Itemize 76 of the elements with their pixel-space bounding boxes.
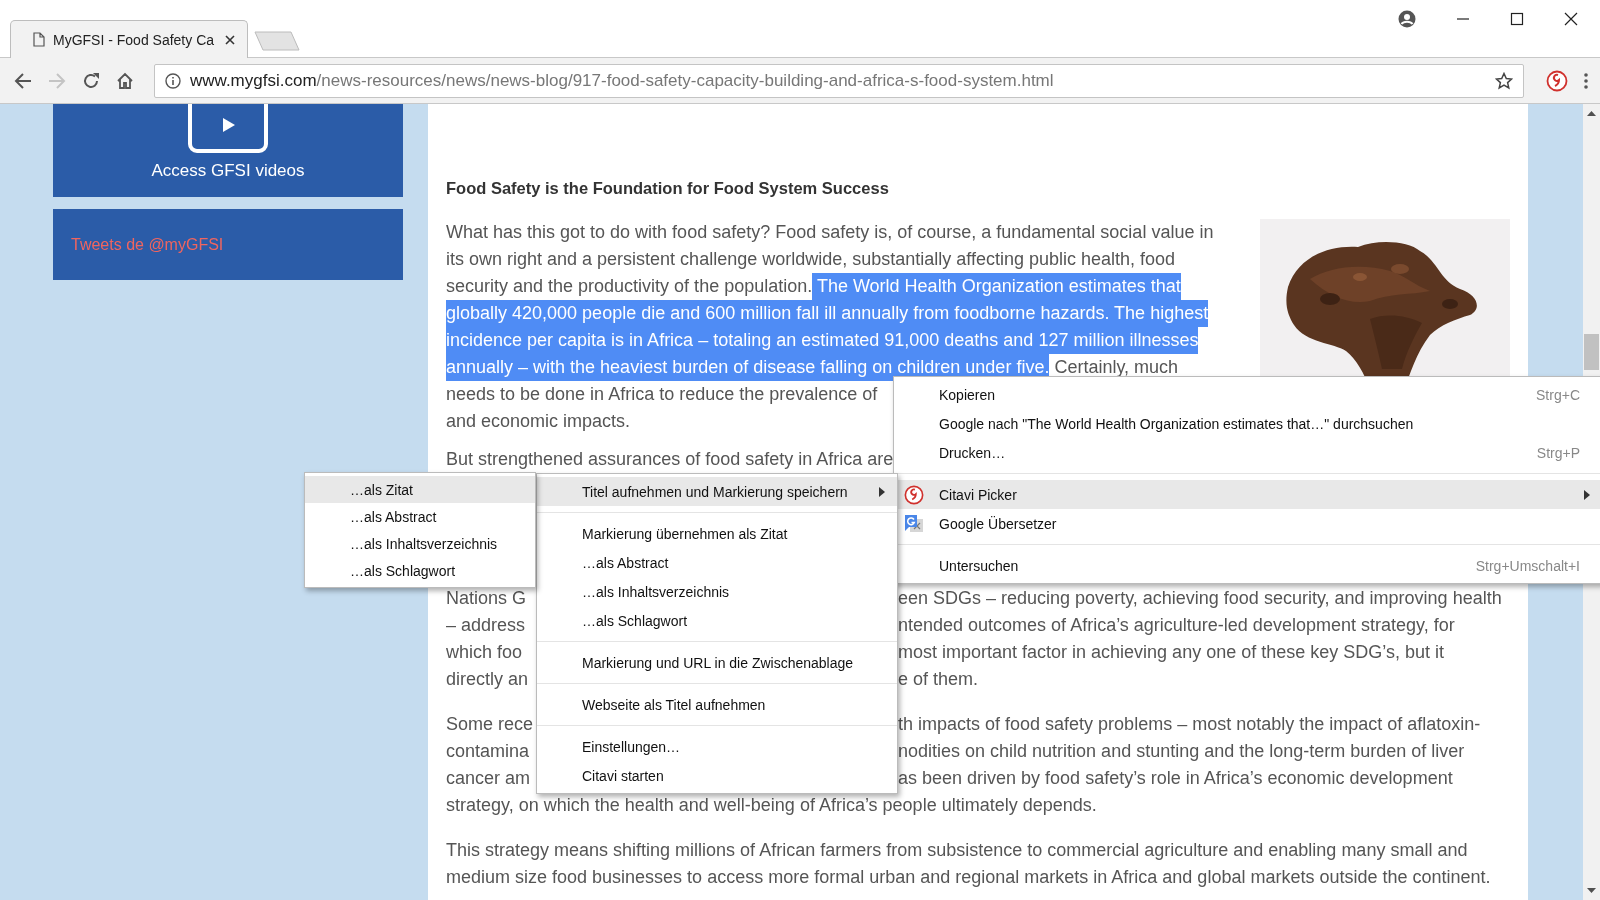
- text-line: security and the productivity of the population.: [446, 275, 813, 298]
- back-icon[interactable]: [14, 72, 32, 89]
- selected-text: The World Health Organization estimates that: [812, 273, 1181, 300]
- menu-item[interactable]: Markierung übernehmen als Zitat: [537, 519, 897, 548]
- menu-item[interactable]: Untersuchen Strg+Umschalt+I: [894, 551, 1600, 580]
- text-line: contamina: [446, 740, 531, 763]
- menu-item[interactable]: …als Zitat: [305, 476, 535, 503]
- page-icon: [33, 32, 45, 47]
- text-line: and economic impacts.: [446, 410, 631, 433]
- shortcut-text: Strg+Umschalt+I: [1475, 557, 1581, 574]
- text-line: Some rece: [446, 713, 535, 736]
- browser-tab[interactable]: MyGFSI - Food Safety Ca: [10, 20, 248, 58]
- close-icon[interactable]: [225, 34, 235, 45]
- menu-item[interactable]: Titel aufnehmen und Markierung speichern: [537, 477, 897, 506]
- text-line: een SDGs – reducing poverty, achieving food security, and improving health: [898, 587, 1502, 610]
- text-line: What has this got to do with food safety? Food safety is, of course, a fundamental social value in: [446, 221, 1214, 244]
- menu-item[interactable]: Webseite als Titel aufnehmen: [537, 690, 897, 719]
- text-line: medium size food businesses to access more formal urban and regional markets in Africa and global markets outside the continent.: [446, 866, 1491, 889]
- url-text: www.mygfsi.com/news-resources/news/news-blog/917-food-safety-capacity-building-and-africa-s-food-system.html: [190, 70, 1055, 91]
- text-line: e of them.: [898, 668, 979, 691]
- text-line: directly an: [446, 668, 530, 691]
- star-icon[interactable]: [1495, 71, 1513, 90]
- menu-item[interactable]: …als Schlagwort: [537, 606, 897, 635]
- text-line: as been driven by food safety’s role in Africa’s economic development: [898, 767, 1453, 790]
- shortcut-text: Strg+P: [1536, 444, 1581, 461]
- menu-item[interactable]: Google Übersetzer: [894, 509, 1600, 538]
- tab-title: MyGFSI - Food Safety Ca: [53, 31, 216, 48]
- menu-item[interactable]: Kopieren Strg+C: [894, 380, 1600, 409]
- profile-icon[interactable]: [1398, 10, 1416, 28]
- text-line: ntended outcomes of Africa’s agriculture-led development strategy, for: [898, 614, 1455, 637]
- info-icon: [165, 72, 181, 89]
- menu-icon[interactable]: [1584, 72, 1588, 89]
- video-panel[interactable]: Access GFSI videos: [53, 104, 403, 197]
- home-icon[interactable]: [116, 71, 134, 90]
- maximize-icon[interactable]: [1510, 12, 1524, 26]
- menu-item[interactable]: Markierung und URL in die Zwischenablage: [537, 648, 897, 677]
- text-line: Certainly, much: [1053, 356, 1179, 379]
- submenu-arrow-icon: [1584, 489, 1590, 500]
- reload-icon[interactable]: [82, 71, 100, 90]
- text-line: its own right and a persistent challenge worldwide, substantially affecting public health, food: [446, 248, 1176, 271]
- menu-item[interactable]: Drucken… Strg+P: [894, 438, 1600, 467]
- menu-item[interactable]: …als Inhaltsverzeichnis: [537, 577, 897, 606]
- address-bar[interactable]: www.mygfsi.com/news-resources/news/news-blog/917-food-safety-capacity-building-and-africa-s-food-system.html: [154, 63, 1524, 98]
- scroll-up-icon[interactable]: [1587, 110, 1596, 116]
- menu-item[interactable]: Google nach "The World Health Organization estimates that…" durchsuchen: [894, 409, 1600, 438]
- text-line: Nations G: [446, 587, 528, 610]
- play-icon: [187, 104, 269, 154]
- menu-item[interactable]: Einstellungen…: [537, 732, 897, 761]
- selected-text: annually – with the heaviest burden of disease falling on children under five.: [446, 354, 1050, 381]
- text-line: This strategy means shifting millions of African farmers from subsistence to commercial agriculture and enabling many small and: [446, 839, 1468, 862]
- scroll-thumb[interactable]: [1584, 334, 1599, 370]
- translate-icon: [904, 513, 924, 534]
- menu-item[interactable]: …als Abstract: [537, 548, 897, 577]
- scroll-down-icon[interactable]: [1587, 888, 1596, 894]
- menu-item[interactable]: …als Schlagwort: [305, 557, 535, 584]
- text-line: But strengthened assurances of food safety in Africa are: [446, 448, 894, 471]
- text-line: strategy, on which the health and well-being of Africa’s people ultimately depends.: [446, 794, 1097, 817]
- shortcut-text: Strg+C: [1536, 386, 1581, 403]
- video-link[interactable]: Access GFSI videos: [151, 161, 305, 181]
- close-icon[interactable]: [1564, 12, 1578, 26]
- text-line: needs to be done in Africa to reduce the prevalence of: [446, 383, 878, 406]
- text-line: which foo: [446, 641, 524, 664]
- menu-item[interactable]: Citavi starten: [537, 761, 897, 790]
- text-line: nodities on child nutrition and stunting and the long-term burden of liver: [898, 740, 1465, 763]
- article-heading: Food Safety is the Foundation for Food System Success: [446, 178, 890, 199]
- text-line: th impacts of food safety problems – most notably the impact of aflatoxin-: [898, 713, 1481, 736]
- text-line: cancer am: [446, 767, 532, 790]
- submenu-arrow-icon: [879, 486, 885, 497]
- menu-item[interactable]: …als Inhaltsverzeichnis: [305, 530, 535, 557]
- text-line: most important factor in achieving any one of these key SDG’s, but it: [898, 641, 1444, 664]
- quote-icon: [904, 484, 924, 505]
- quote-icon[interactable]: [1546, 69, 1568, 92]
- selected-text: globally 420,000 people die and 600 million fall ill annually from foodborne hazards. The highest: [446, 300, 1209, 327]
- menu-item[interactable]: …als Abstract: [305, 503, 535, 530]
- text-line: – address: [446, 614, 527, 637]
- selected-text: incidence per capita is in Africa – totaling an estimated 91,000 deaths and 127 million illnesses: [446, 327, 1199, 354]
